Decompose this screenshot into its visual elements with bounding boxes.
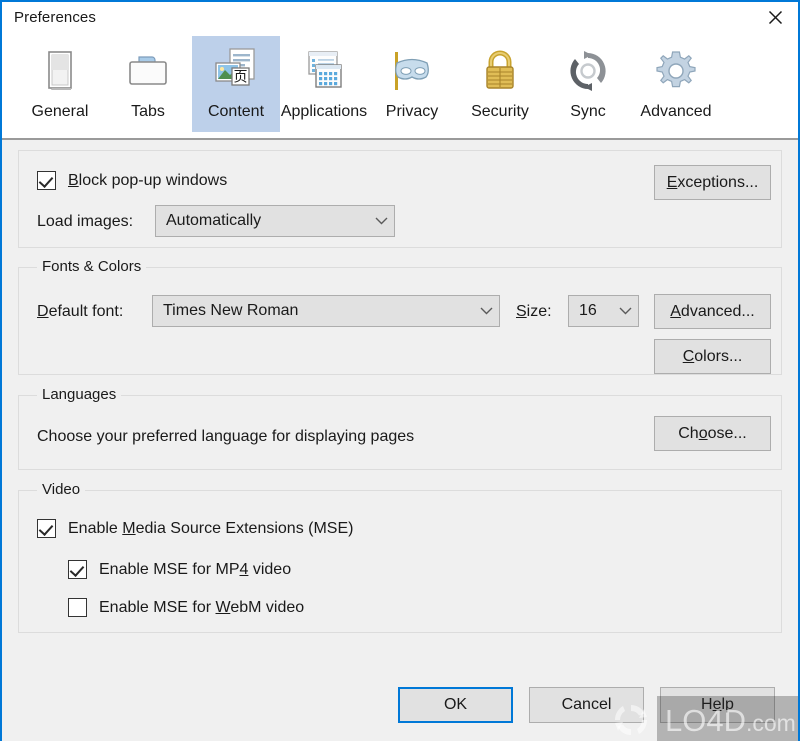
load-images-value: Automatically [166,212,262,229]
enable-mse-webm-label: Enable MSE for WebM video [99,598,305,616]
colors-button-label: Colors... [682,347,743,365]
default-font-value: Times New Roman [163,302,299,319]
enable-mse-webm-checkbox-row[interactable]: Enable MSE for WebM video [68,598,304,617]
tab-applications[interactable]: Applications [280,36,368,132]
advanced-fonts-button[interactable]: Advanced... [654,294,771,329]
cancel-button[interactable]: Cancel [529,687,644,723]
enable-mse-checkbox[interactable] [37,519,56,538]
help-button-label: Help [701,696,734,713]
chevron-down-icon [612,307,638,315]
window-title: Preferences [14,9,96,26]
exceptions-button[interactable]: Exceptions... [654,165,771,200]
enable-mse-checkbox-row[interactable]: Enable Media Source Extensions (MSE) [37,519,353,538]
enable-mse-webm-accel: W [215,598,231,616]
chevron-down-icon [368,217,394,225]
tab-applications-label: Applications [280,103,368,120]
video-group: Video Enable Media Source Extensions (MS… [18,481,782,633]
fonts-colors-group: Fonts & Colors Default font: Times New R… [18,258,782,375]
tab-security-label: Security [471,103,529,120]
block-popups-checkbox[interactable] [37,171,56,190]
fonts-colors-title: Fonts & Colors [37,258,147,275]
help-button[interactable]: Help [660,687,775,723]
padlock-icon [473,44,527,98]
privacy-mask-icon [385,44,439,98]
choose-accel: o [698,424,708,442]
sync-arrows-icon [561,44,615,98]
dialog-body: Block pop-up windows Load images: Automa… [2,140,798,741]
exceptions-button-label: Exceptions... [666,173,759,191]
default-font-accel: D [37,303,49,320]
content-icon: 页 [209,44,263,98]
exceptions-accel: E [666,173,678,191]
languages-title: Languages [37,386,122,403]
font-size-select[interactable]: 16 [568,295,639,327]
tabs-icon [121,44,175,98]
choose-language-button-label: Choose... [678,424,747,442]
default-font-select[interactable]: Times New Roman [152,295,500,327]
colors-accel: C [682,347,695,365]
enable-mse-mp4-label: Enable MSE for MP4 video [99,560,292,578]
block-popups-label: Block pop-up windows [68,171,228,189]
tab-content[interactable]: 页 Content [192,36,280,132]
advanced-fonts-button-label: Advanced... [670,302,755,320]
gear-icon [649,44,703,98]
tab-sync-label: Sync [570,103,606,120]
colors-button[interactable]: Colors... [654,339,771,374]
advanced-fonts-accel: A [670,302,681,320]
choose-language-button[interactable]: Choose... [654,416,771,451]
font-size-label: Size: [516,303,552,320]
tab-tabs[interactable]: Tabs [104,36,192,132]
chevron-down-icon [473,307,499,315]
block-popups-checkbox-row[interactable]: Block pop-up windows [37,171,227,190]
preferences-window: Preferences General Tabs 页 Content Appli… [0,0,800,741]
enable-mse-webm-checkbox[interactable] [68,598,87,617]
load-images-label: Load images: [37,213,134,230]
tab-advanced-label: Advanced [640,103,712,120]
languages-group: Languages Choose your preferred language… [18,386,782,470]
font-size-accel: S [516,303,527,320]
close-icon[interactable] [752,2,798,33]
video-title: Video [37,481,86,498]
enable-mse-mp4-checkbox-row[interactable]: Enable MSE for MP4 video [68,560,291,579]
tab-advanced[interactable]: Advanced [632,36,720,132]
enable-mse-label: Enable Media Source Extensions (MSE) [68,519,354,537]
tab-sync[interactable]: Sync [544,36,632,132]
tab-privacy[interactable]: Privacy [368,36,456,132]
tab-tabs-label: Tabs [131,103,165,120]
ok-button[interactable]: OK [398,687,513,723]
tab-content-label: Content [207,103,265,120]
svg-text:页: 页 [234,70,248,86]
title-bar: Preferences [2,2,798,36]
block-popups-accel: B [68,171,79,189]
tab-general-label: General [31,103,89,120]
enable-mse-mp4-checkbox[interactable] [68,560,87,579]
font-size-value: 16 [579,302,597,319]
default-font-label: Default font: [37,303,124,320]
languages-description: Choose your preferred language for displ… [37,428,415,445]
popups-group: Block pop-up windows Load images: Automa… [18,150,782,248]
enable-mse-accel: M [122,519,136,537]
tab-strip: General Tabs 页 Content Applications Priv… [2,36,798,140]
tab-privacy-label: Privacy [385,103,439,120]
tab-general[interactable]: General [16,36,104,132]
load-images-select[interactable]: Automatically [155,205,395,237]
help-accel: e [712,696,722,713]
general-icon [33,44,87,98]
applications-icon [297,44,351,98]
tab-security[interactable]: Security [456,36,544,132]
